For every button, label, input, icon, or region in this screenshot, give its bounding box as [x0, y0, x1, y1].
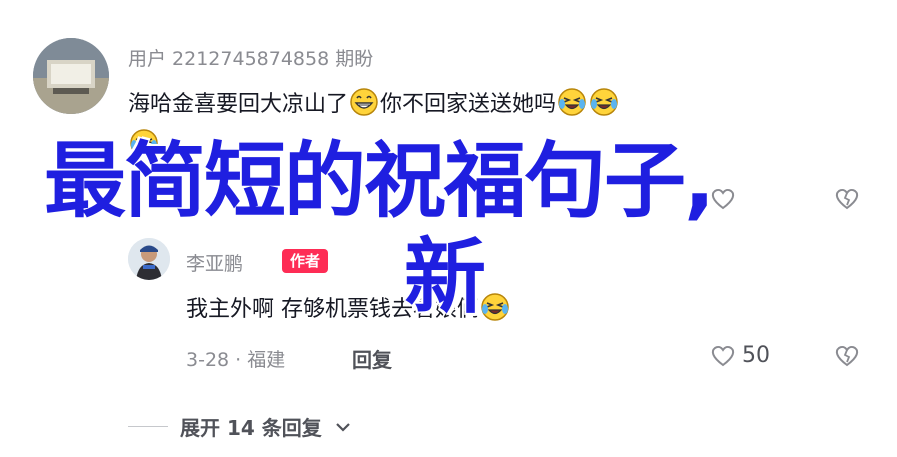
- laughing-tears-icon: [589, 87, 619, 117]
- grinning-face-icon: [349, 87, 379, 117]
- expand-replies-button[interactable]: 展开 14 条回复: [128, 412, 352, 441]
- avatar[interactable]: [33, 38, 109, 114]
- reply-like-count: 50: [742, 342, 770, 368]
- avatar-image: [33, 38, 109, 114]
- overlay-headline-line1: 最简短的祝福句子,: [44, 134, 715, 229]
- reply-button[interactable]: 回复: [352, 344, 392, 373]
- laughing-tears-icon: [557, 87, 587, 117]
- comment-text-part2: 你不回家送送她吗: [380, 92, 557, 117]
- comment-text-part1: 海哈金喜要回大凉山了: [128, 92, 349, 117]
- overlay-headline-line2: 新: [404, 230, 486, 325]
- reply-like-button[interactable]: 50: [708, 340, 770, 370]
- broken-heart-icon: [835, 345, 859, 367]
- reply-dislike-button[interactable]: [832, 340, 862, 370]
- overlay-headline: 最简短的祝福句子, 新: [44, 134, 874, 326]
- expand-replies-label: 展开 14 条回复: [180, 416, 322, 440]
- chevron-down-icon: [335, 422, 350, 432]
- reply-date-location: 3-28 · 福建: [186, 349, 286, 371]
- comment-username[interactable]: 用户 2212745874858 期盼: [128, 44, 373, 71]
- heart-outline-icon: [711, 345, 735, 367]
- comment-text: 海哈金喜要回大凉山了 你不回家送送她吗: [128, 86, 620, 118]
- expand-divider: [128, 426, 168, 427]
